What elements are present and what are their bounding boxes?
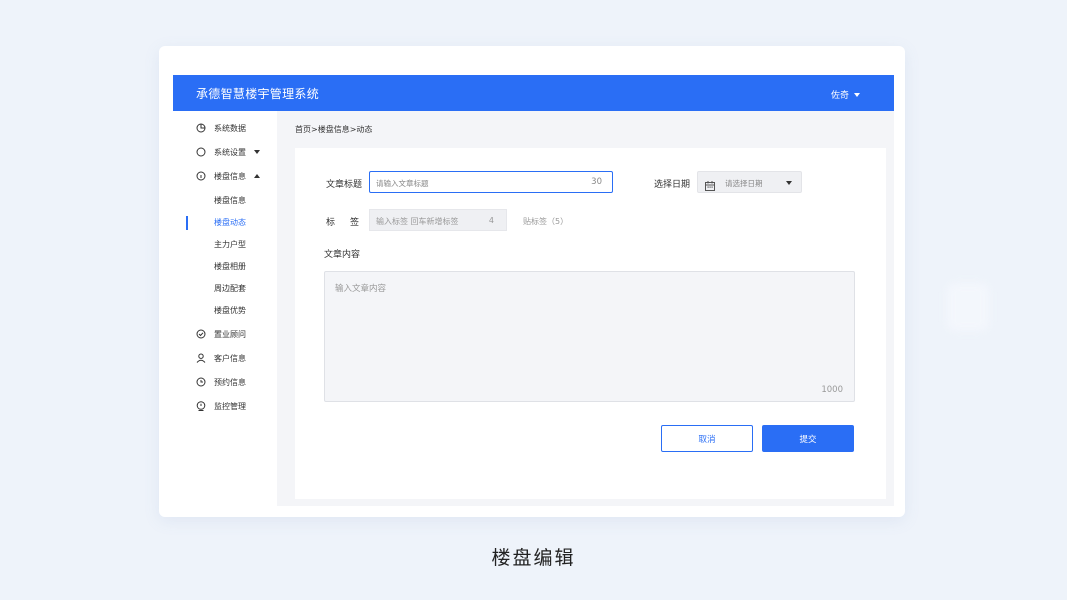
content-char-counter: 1000 (821, 385, 843, 395)
sidebar: 系统数据 系统设置 楼盘信息 楼盘信息 楼盘动态 主力户型 楼盘相册 周边配套 … (173, 111, 277, 506)
sidebar-item-consultants[interactable]: 置业顾问 (173, 325, 277, 343)
tag-input[interactable]: 输入标签 回车新增标签 4 (369, 209, 507, 231)
content-label: 文章内容 (324, 250, 361, 260)
sidebar-item-label: 系统数据 (214, 123, 246, 133)
sidebar-item-system-data[interactable]: 系统数据 (173, 119, 277, 137)
chevron-up-icon (254, 174, 260, 178)
breadcrumb[interactable]: 首页>楼盘信息>动态 (295, 124, 372, 135)
sidebar-item-label: 监控管理 (214, 401, 246, 411)
info-circle-icon (196, 171, 206, 181)
circle-icon (196, 147, 206, 157)
tag-label-first: 标 (326, 218, 336, 228)
sidebar-item-system-settings[interactable]: 系统设置 (173, 143, 277, 161)
calendar-icon (704, 177, 716, 191)
user-menu[interactable]: 佐奇 (831, 88, 860, 101)
sidebar-item-label: 预约信息 (214, 377, 246, 387)
sidebar-subitem-advantages[interactable]: 楼盘优势 (173, 302, 277, 318)
user-icon (196, 353, 206, 363)
sidebar-item-label: 客户信息 (214, 353, 246, 363)
sidebar-subitem-label: 主力户型 (214, 240, 246, 249)
app-title: 承德智慧楼宇管理系统 (196, 87, 320, 101)
page-caption: 楼盘编辑 (491, 547, 576, 569)
tag-hint: 贴标签（5） (523, 217, 569, 226)
tag-label-second: 签 (350, 218, 360, 228)
title-input[interactable]: 请输入文章标题 30 (369, 171, 613, 193)
sidebar-item-customers[interactable]: 客户信息 (173, 349, 277, 367)
sidebar-item-property-info[interactable]: 楼盘信息 (173, 167, 277, 185)
chevron-down-icon (786, 181, 792, 185)
sidebar-subitem-facilities[interactable]: 周边配套 (173, 280, 277, 296)
sidebar-subitem-label: 楼盘动态 (214, 218, 246, 227)
sidebar-subitem-property-info[interactable]: 楼盘信息 (173, 192, 277, 208)
sidebar-subitem-label: 楼盘相册 (214, 262, 246, 271)
sidebar-item-label: 楼盘信息 (214, 171, 246, 181)
sidebar-item-label: 置业顾问 (214, 329, 246, 339)
check-circle-icon (196, 329, 206, 339)
clock-icon (196, 377, 206, 387)
cancel-button[interactable]: 取消 (661, 425, 753, 452)
sidebar-item-label: 系统设置 (214, 147, 246, 157)
chevron-down-icon (854, 92, 860, 97)
title-label: 文章标题 (326, 180, 363, 190)
sidebar-item-monitoring[interactable]: 监控管理 (173, 397, 277, 415)
tag-char-counter: 4 (488, 216, 494, 225)
content-textarea[interactable]: 输入文章内容 1000 (324, 271, 855, 402)
decorative-glow (947, 283, 989, 331)
sidebar-subitem-property-news[interactable]: 楼盘动态 (173, 214, 277, 230)
top-bar: 承德智慧楼宇管理系统 佐奇 (173, 75, 894, 111)
chevron-down-icon (254, 150, 260, 154)
content-placeholder: 输入文章内容 (335, 284, 387, 294)
sidebar-item-appointments[interactable]: 预约信息 (173, 373, 277, 391)
title-placeholder: 请输入文章标题 (376, 179, 429, 188)
sidebar-subitem-label: 楼盘优势 (214, 306, 246, 315)
date-placeholder: 请选择日期 (725, 179, 763, 188)
submit-button[interactable]: 提交 (762, 425, 854, 452)
title-char-counter: 30 (591, 177, 602, 187)
app-window: 承德智慧楼宇管理系统 佐奇 系统数据 系统设置 楼盘信息 楼盘信息 楼盘动态 主… (173, 75, 894, 506)
pie-chart-icon (196, 123, 206, 133)
user-name: 佐奇 (830, 91, 849, 101)
sidebar-subitem-label: 周边配套 (214, 284, 246, 293)
date-label: 选择日期 (654, 180, 691, 190)
active-indicator (186, 216, 188, 230)
edit-form-panel: 文章标题 请输入文章标题 30 选择日期 请选择日期 标 签 输入标签 回车新增… (295, 148, 886, 499)
sidebar-subitem-main-units[interactable]: 主力户型 (173, 236, 277, 252)
date-picker[interactable]: 请选择日期 (697, 171, 802, 193)
sidebar-subitem-album[interactable]: 楼盘相册 (173, 258, 277, 274)
tag-placeholder: 输入标签 回车新增标签 (376, 217, 459, 226)
sidebar-subitem-label: 楼盘信息 (214, 196, 246, 205)
monitor-icon (196, 401, 206, 411)
